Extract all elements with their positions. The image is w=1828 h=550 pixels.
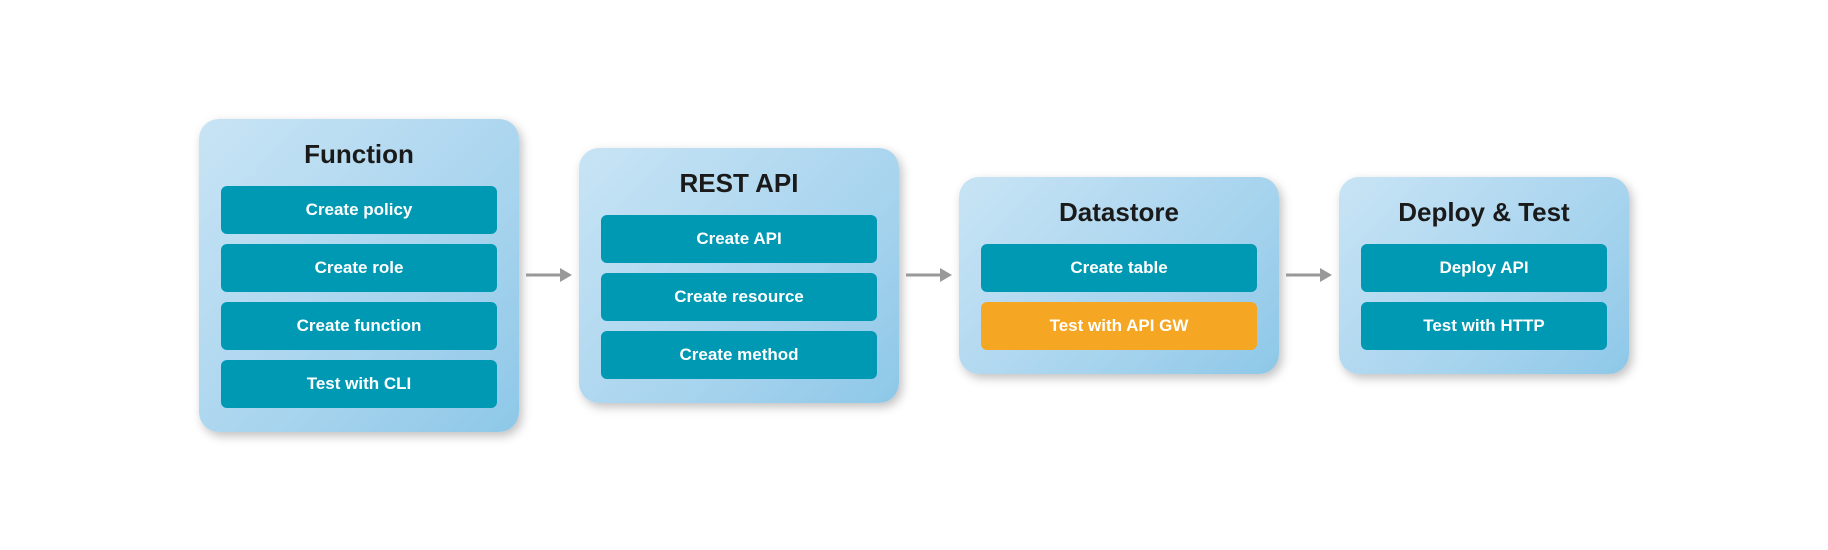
item-btn-deploy-test-0[interactable]: Deploy API [1361,244,1607,292]
items-list-rest-api: Create API Create resource Create method [601,215,877,379]
panel-datastore: Datastore Create table Test with API GW [959,177,1279,374]
panel-deploy-test: Deploy & Test Deploy API Test with HTTP [1339,177,1629,374]
panel-title-rest-api: REST API [680,168,799,199]
arrow-2 [1279,255,1339,295]
item-btn-rest-api-0[interactable]: Create API [601,215,877,263]
items-list-function: Create policy Create role Create function T… [221,186,497,408]
item-btn-datastore-1[interactable]: Test with API GW [981,302,1257,350]
arrow-0 [519,255,579,295]
panel-title-deploy-test: Deploy & Test [1398,197,1569,228]
arrow-1 [899,255,959,295]
panel-function: Function Create policy Create role Create f… [199,119,519,432]
item-btn-deploy-test-1[interactable]: Test with HTTP [1361,302,1607,350]
item-btn-function-1[interactable]: Create role [221,244,497,292]
panel-rest-api: REST APICreate APICreate resourceCreate … [579,148,899,403]
item-btn-function-0[interactable]: Create policy [221,186,497,234]
items-list-deploy-test: Deploy API Test with HTTP [1361,244,1607,350]
items-list-datastore: Create table Test with API GW [981,244,1257,350]
panel-title-function: Function [304,139,414,170]
item-btn-rest-api-1[interactable]: Create resource [601,273,877,321]
item-btn-datastore-0[interactable]: Create table [981,244,1257,292]
item-btn-function-3[interactable]: Test with CLI [221,360,497,408]
diagram: Function Create policy Create role Create f… [179,99,1649,452]
panel-title-datastore: Datastore [1059,197,1179,228]
item-btn-function-2[interactable]: Create function [221,302,497,350]
item-btn-rest-api-2[interactable]: Create method [601,331,877,379]
